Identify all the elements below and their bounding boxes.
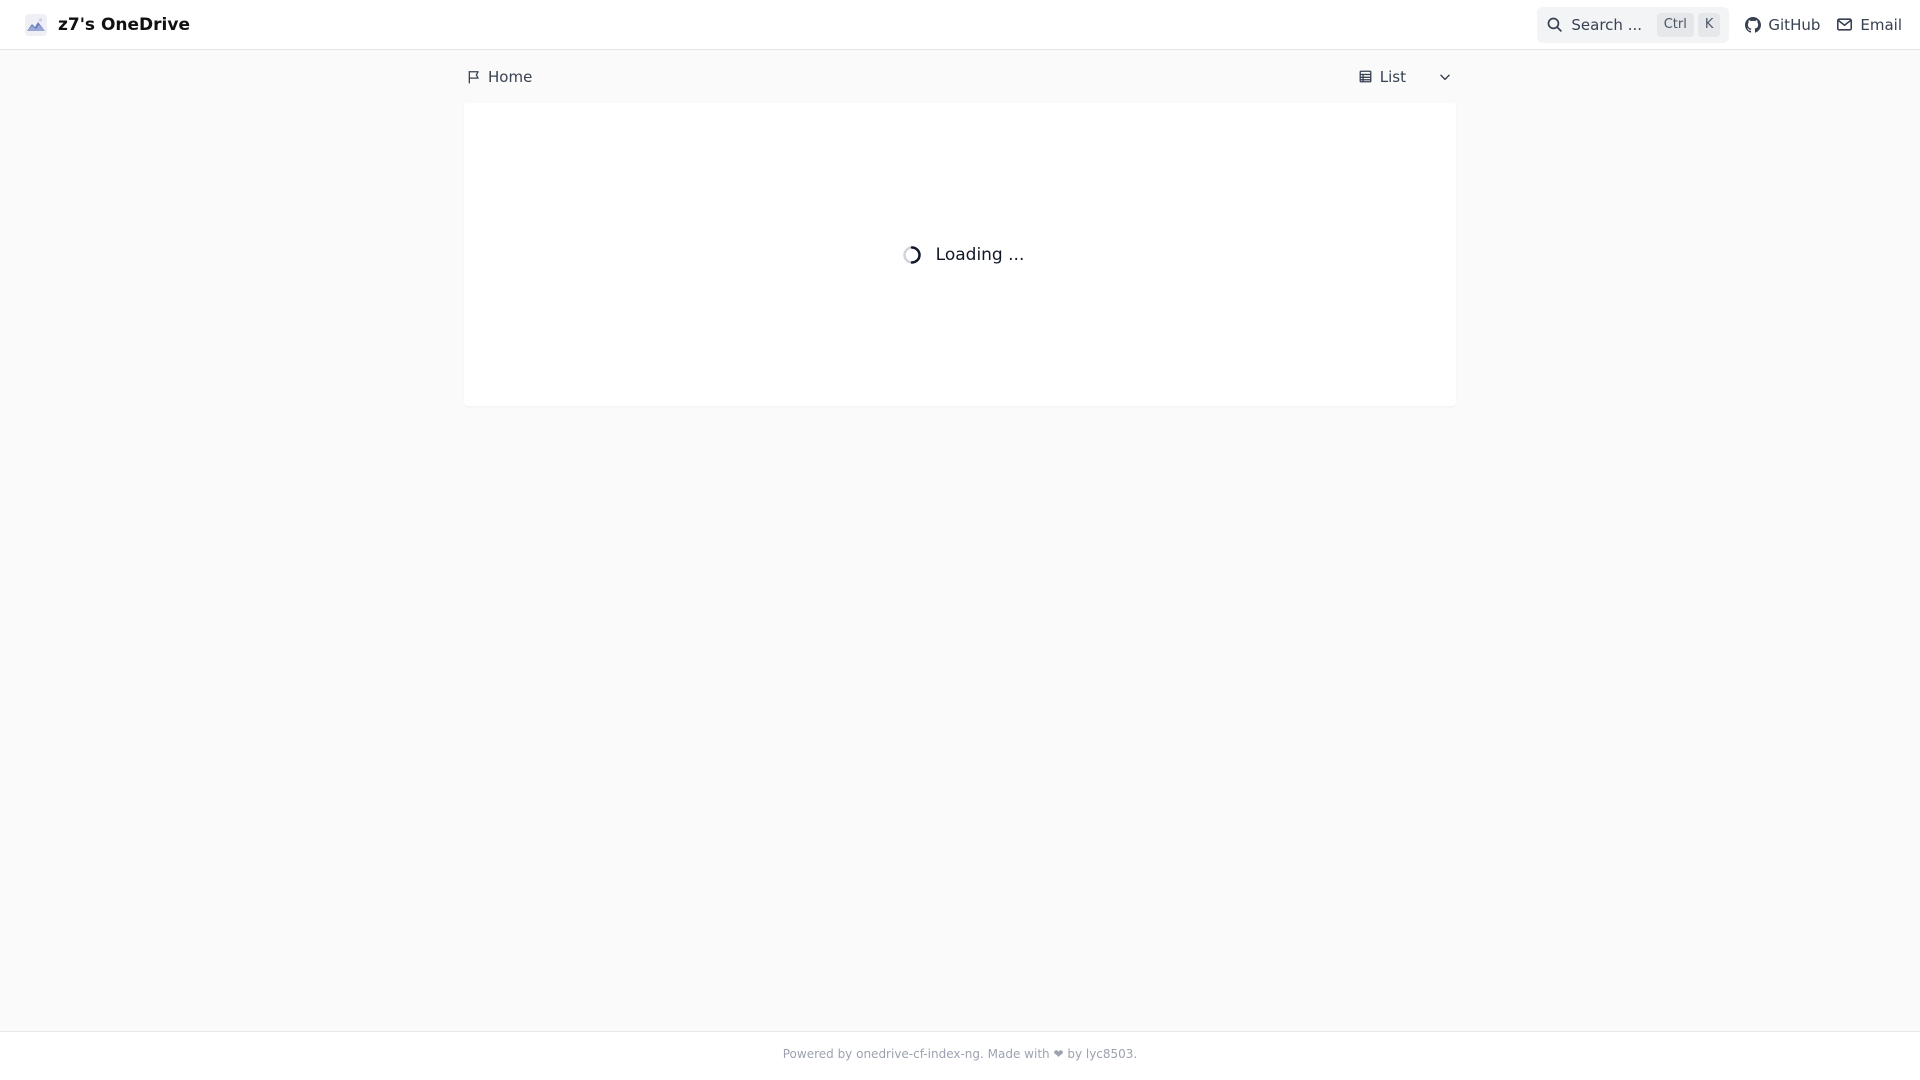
spinner-icon (902, 245, 921, 264)
github-link[interactable]: GitHub (1745, 16, 1820, 34)
search-placeholder: Search ... (1571, 15, 1642, 34)
footer-suffix: . (1133, 1047, 1138, 1061)
shortcut-key-k: K (1697, 12, 1721, 37)
chevron-down-icon (1440, 74, 1450, 80)
footer-middle: . Made with ❤ by (980, 1047, 1086, 1061)
email-link[interactable]: Email (1836, 16, 1902, 34)
site-logo-icon (25, 13, 47, 36)
site-title: z7's OneDrive (58, 14, 190, 35)
email-label: Email (1860, 15, 1902, 34)
breadcrumb-home[interactable]: Home (467, 68, 532, 86)
folder-toolbar: Home List (464, 50, 1456, 103)
footer-author-link[interactable]: lyc8503 (1086, 1047, 1134, 1061)
shortcut-key-ctrl: Ctrl (1656, 12, 1694, 37)
github-label: GitHub (1768, 15, 1821, 34)
search-icon (1548, 17, 1563, 32)
breadcrumb-home-label: Home (488, 67, 533, 86)
layout-label: List (1379, 67, 1406, 86)
file-list-panel: Loading ... (464, 103, 1456, 406)
main-content: Home List Loading ... (464, 50, 1456, 406)
mail-icon (1837, 18, 1853, 31)
loading-text: Loading ... (935, 244, 1025, 265)
github-icon (1745, 16, 1762, 33)
page-footer: Powered by onedrive-cf-index-ng . Made w… (0, 1031, 1920, 1080)
loading-indicator: Loading ... (902, 244, 1025, 265)
list-icon (1359, 70, 1372, 83)
header-actions: Search ... Ctrl K GitHub Email (1537, 6, 1902, 43)
site-home-link[interactable]: z7's OneDrive (25, 13, 190, 36)
search-button[interactable]: Search ... Ctrl K (1537, 6, 1730, 43)
layout-switch-dropdown[interactable]: List (1359, 68, 1452, 86)
search-shortcut: Ctrl K (1656, 12, 1721, 37)
flag-icon (468, 70, 479, 83)
top-navbar: z7's OneDrive Search ... Ctrl K GitHub E… (0, 0, 1920, 50)
footer-project-link[interactable]: onedrive-cf-index-ng (856, 1047, 980, 1061)
footer-prefix: Powered by (782, 1047, 857, 1061)
